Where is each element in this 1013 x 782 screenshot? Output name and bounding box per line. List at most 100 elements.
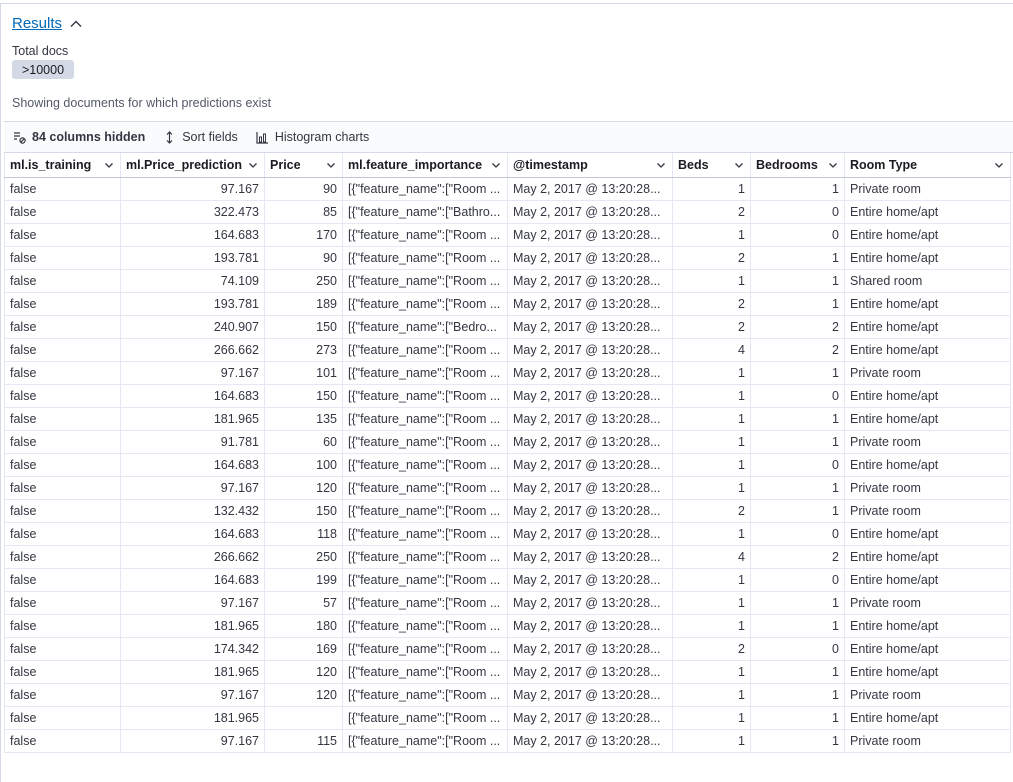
col-ml-price-prediction-cell[interactable]: 181.965 [120, 706, 265, 730]
col-beds-cell[interactable]: 1 [672, 177, 751, 201]
col-ml-feature-importance-cell[interactable]: [{"feature_name":["Room ... [342, 614, 508, 638]
col-timestamp-cell[interactable]: May 2, 2017 @ 13:20:28... [507, 269, 673, 293]
table-row[interactable]: false 97.167 120 [{"feature_name":["Room ..… [4, 476, 1011, 500]
col-beds-cell[interactable]: 2 [672, 292, 751, 316]
col-ml-feature-importance-cell[interactable]: [{"feature_name":["Bathro... [342, 200, 508, 224]
col-price-cell[interactable]: 199 [264, 568, 343, 592]
col-ml-is-training-cell[interactable]: false [4, 292, 121, 316]
col-ml-feature-importance-cell[interactable]: [{"feature_name":["Room ... [342, 269, 508, 293]
col-room-type-cell[interactable]: Shared room [844, 269, 1011, 293]
chevron-down-icon[interactable] [247, 159, 259, 171]
col-price-cell[interactable]: 150 [264, 499, 343, 523]
table-row[interactable]: false 322.473 85 [{"feature_name":["Bathro.… [4, 200, 1011, 224]
col-ml-price-prediction-cell[interactable]: 174.342 [120, 637, 265, 661]
col-timestamp-cell[interactable]: May 2, 2017 @ 13:20:28... [507, 338, 673, 362]
col-room-type-cell[interactable]: Private room [844, 476, 1011, 500]
col-beds-cell[interactable]: 1 [672, 522, 751, 546]
col-ml-price-prediction-cell[interactable]: 266.662 [120, 545, 265, 569]
col-bedrooms-cell[interactable]: 2 [750, 545, 845, 569]
table-row[interactable]: false 164.683 199 [{"feature_name":["Room .… [4, 568, 1011, 592]
col-ml-is-training-cell[interactable]: false [4, 177, 121, 201]
col-beds-cell[interactable]: 1 [672, 453, 751, 477]
col-ml-price-prediction-cell[interactable]: 164.683 [120, 384, 265, 408]
col-beds-cell[interactable]: 2 [672, 637, 751, 661]
col-timestamp-cell[interactable]: May 2, 2017 @ 13:20:28... [507, 660, 673, 684]
col-ml-is-training-cell[interactable]: false [4, 545, 121, 569]
col-ml-is-training-header[interactable]: ml.is_training [4, 153, 121, 178]
col-price-cell[interactable]: 250 [264, 545, 343, 569]
col-timestamp-cell[interactable]: May 2, 2017 @ 13:20:28... [507, 706, 673, 730]
col-beds-cell[interactable]: 1 [672, 407, 751, 431]
col-beds-cell[interactable]: 1 [672, 430, 751, 454]
table-row[interactable]: false 181.965 180 [{"feature_name":["Room .… [4, 614, 1011, 638]
col-ml-price-prediction-cell[interactable]: 181.965 [120, 614, 265, 638]
col-room-type-cell[interactable]: Entire home/apt [844, 200, 1011, 224]
col-room-type-cell[interactable]: Entire home/apt [844, 407, 1011, 431]
col-bedrooms-cell[interactable]: 1 [750, 407, 845, 431]
col-ml-price-prediction-cell[interactable]: 181.965 [120, 660, 265, 684]
col-ml-is-training-cell[interactable]: false [4, 614, 121, 638]
col-ml-is-training-cell[interactable]: false [4, 384, 121, 408]
col-room-type-cell[interactable]: Entire home/apt [844, 384, 1011, 408]
col-ml-price-prediction-cell[interactable]: 164.683 [120, 522, 265, 546]
col-room-type-cell[interactable]: Private room [844, 591, 1011, 615]
col-ml-feature-importance-cell[interactable]: [{"feature_name":["Room ... [342, 545, 508, 569]
col-bedrooms-cell[interactable]: 0 [750, 453, 845, 477]
table-row[interactable]: false 91.781 60 [{"feature_name":["Room ...… [4, 430, 1011, 454]
col-timestamp-cell[interactable]: May 2, 2017 @ 13:20:28... [507, 545, 673, 569]
col-room-type-cell[interactable]: Private room [844, 499, 1011, 523]
col-bedrooms-cell[interactable]: 1 [750, 361, 845, 385]
col-bedrooms-cell[interactable]: 1 [750, 246, 845, 270]
col-price-cell[interactable]: 120 [264, 660, 343, 684]
col-timestamp-cell[interactable]: May 2, 2017 @ 13:20:28... [507, 200, 673, 224]
col-timestamp-cell[interactable]: May 2, 2017 @ 13:20:28... [507, 430, 673, 454]
table-row[interactable]: false 181.965 [{"feature_name":["Room ... M… [4, 706, 1011, 730]
col-price-cell[interactable] [264, 706, 343, 730]
col-bedrooms-cell[interactable]: 1 [750, 499, 845, 523]
col-ml-price-prediction-cell[interactable]: 266.662 [120, 338, 265, 362]
col-ml-is-training-cell[interactable]: false [4, 315, 121, 339]
col-ml-feature-importance-cell[interactable]: [{"feature_name":["Room ... [342, 522, 508, 546]
col-timestamp-cell[interactable]: May 2, 2017 @ 13:20:28... [507, 407, 673, 431]
table-row[interactable]: false 164.683 170 [{"feature_name":["Room .… [4, 223, 1011, 247]
table-row[interactable]: false 266.662 250 [{"feature_name":["Room .… [4, 545, 1011, 569]
sort-fields-button[interactable]: Sort fields [154, 122, 247, 152]
col-timestamp-cell[interactable]: May 2, 2017 @ 13:20:28... [507, 591, 673, 615]
table-row[interactable]: false 97.167 57 [{"feature_name":["Room ...… [4, 591, 1011, 615]
col-ml-price-prediction-cell[interactable]: 240.907 [120, 315, 265, 339]
col-price-cell[interactable]: 90 [264, 246, 343, 270]
col-ml-is-training-cell[interactable]: false [4, 200, 121, 224]
col-room-type-cell[interactable]: Entire home/apt [844, 545, 1011, 569]
table-row[interactable]: false 174.342 169 [{"feature_name":["Room .… [4, 637, 1011, 661]
col-timestamp-cell[interactable]: May 2, 2017 @ 13:20:28... [507, 637, 673, 661]
col-ml-is-training-cell[interactable]: false [4, 683, 121, 707]
table-row[interactable]: false 266.662 273 [{"feature_name":["Room .… [4, 338, 1011, 362]
col-beds-cell[interactable]: 2 [672, 246, 751, 270]
chevron-down-icon[interactable] [490, 159, 502, 171]
col-ml-price-prediction-cell[interactable]: 193.781 [120, 292, 265, 316]
col-timestamp-cell[interactable]: May 2, 2017 @ 13:20:28... [507, 614, 673, 638]
col-bedrooms-cell[interactable]: 1 [750, 269, 845, 293]
table-row[interactable]: false 164.683 118 [{"feature_name":["Room .… [4, 522, 1011, 546]
col-ml-is-training-cell[interactable]: false [4, 407, 121, 431]
col-timestamp-cell[interactable]: May 2, 2017 @ 13:20:28... [507, 177, 673, 201]
col-timestamp-cell[interactable]: May 2, 2017 @ 13:20:28... [507, 223, 673, 247]
col-ml-is-training-cell[interactable]: false [4, 361, 121, 385]
col-bedrooms-header[interactable]: Bedrooms [750, 153, 845, 178]
col-price-cell[interactable]: 273 [264, 338, 343, 362]
chevron-down-icon[interactable] [827, 159, 839, 171]
col-ml-feature-importance-cell[interactable]: [{"feature_name":["Room ... [342, 637, 508, 661]
col-bedrooms-cell[interactable]: 1 [750, 706, 845, 730]
col-price-cell[interactable]: 101 [264, 361, 343, 385]
col-bedrooms-cell[interactable]: 1 [750, 660, 845, 684]
col-ml-is-training-cell[interactable]: false [4, 729, 121, 753]
table-row[interactable]: false 97.167 90 [{"feature_name":["Room ...… [4, 177, 1011, 201]
col-beds-cell[interactable]: 1 [672, 706, 751, 730]
col-ml-is-training-cell[interactable]: false [4, 568, 121, 592]
col-beds-cell[interactable]: 1 [672, 729, 751, 753]
col-timestamp-cell[interactable]: May 2, 2017 @ 13:20:28... [507, 246, 673, 270]
col-ml-price-prediction-cell[interactable]: 132.432 [120, 499, 265, 523]
col-bedrooms-cell[interactable]: 1 [750, 614, 845, 638]
col-bedrooms-cell[interactable]: 0 [750, 522, 845, 546]
table-row[interactable]: false 164.683 100 [{"feature_name":["Room .… [4, 453, 1011, 477]
